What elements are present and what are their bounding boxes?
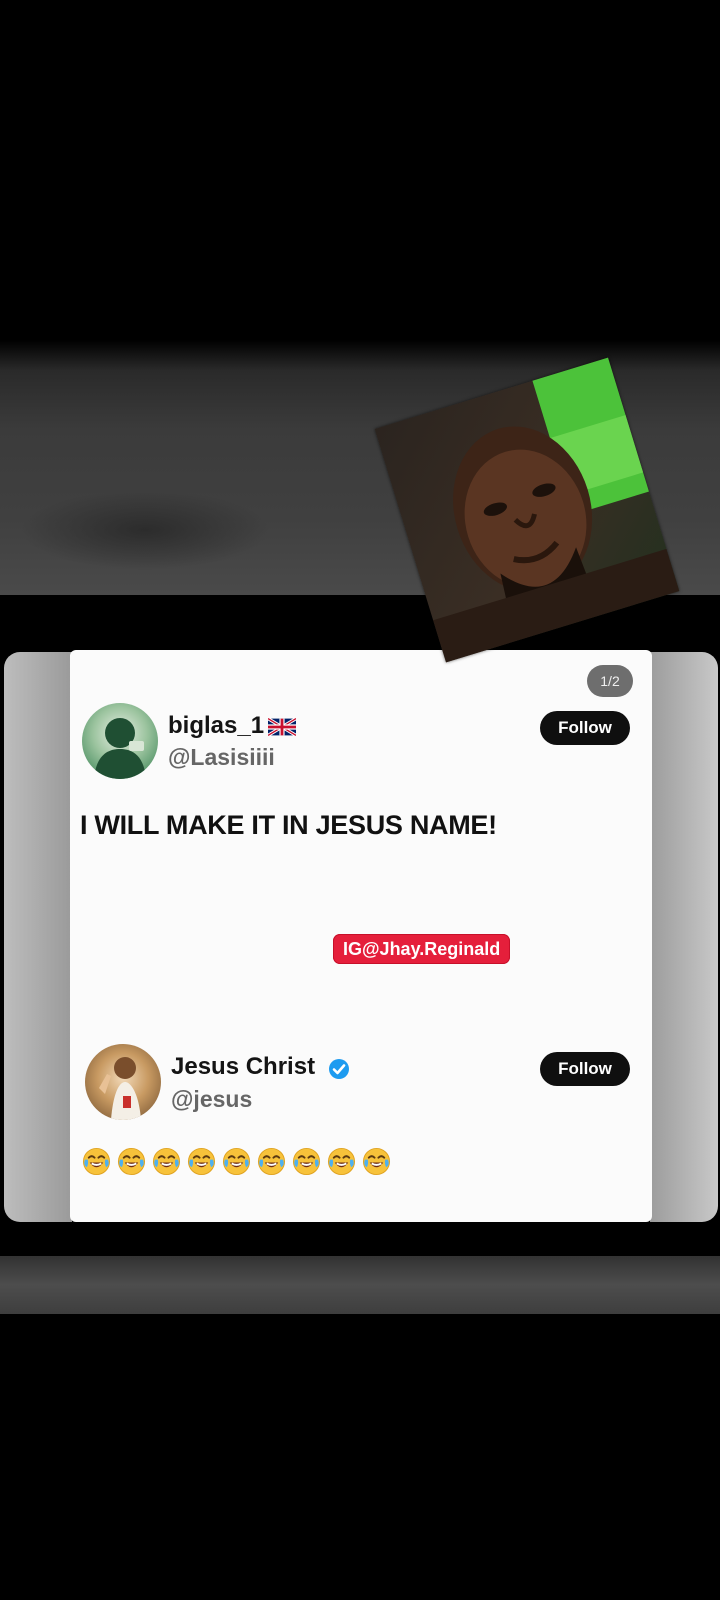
face-with-tears-of-joy-icon [152,1147,181,1176]
display-name[interactable]: biglas_1 [168,712,264,740]
blurred-border-left [4,652,72,1222]
face-with-tears-of-joy-icon [187,1147,216,1176]
face-with-tears-of-joy-icon [257,1147,286,1176]
face-with-tears-of-joy-icon [82,1147,111,1176]
follow-button[interactable]: Follow [540,1052,630,1086]
avatar-jesus[interactable] [85,1044,161,1120]
face-with-tears-of-joy-icon [362,1147,391,1176]
user-handle[interactable]: @jesus [171,1086,252,1113]
page-counter-badge[interactable]: 1/2 [587,665,633,697]
uk-flag-icon [268,718,296,736]
screenshot-stage: 1/2 biglas_1 @Lasisiiii Follow I WILL MA… [0,0,720,1600]
face-with-tears-of-joy-icon [222,1147,251,1176]
avatar-biglas[interactable] [82,703,158,779]
face-with-tears-of-joy-icon [292,1147,321,1176]
user-handle[interactable]: @Lasisiiii [168,744,275,771]
person-avatar-icon [94,718,146,779]
blurred-border-right [650,652,718,1222]
verified-badge-icon [329,1059,349,1079]
face-with-tears-of-joy-icon [117,1147,146,1176]
follow-button[interactable]: Follow [540,711,630,745]
face-with-tears-of-joy-icon [327,1147,356,1176]
blurred-background-bottom [0,1256,720,1314]
reaction-emoji-row [82,1147,397,1181]
jesus-portrait-icon [99,1057,141,1120]
post-text: I WILL MAKE IT IN JESUS NAME! [80,810,497,840]
background-smudge [20,490,270,570]
watermark-label: IG@Jhay.Reginald [333,934,511,964]
tweet-card: 1/2 biglas_1 @Lasisiiii Follow I WILL MA… [70,650,652,1222]
display-name[interactable]: Jesus Christ [171,1053,315,1081]
